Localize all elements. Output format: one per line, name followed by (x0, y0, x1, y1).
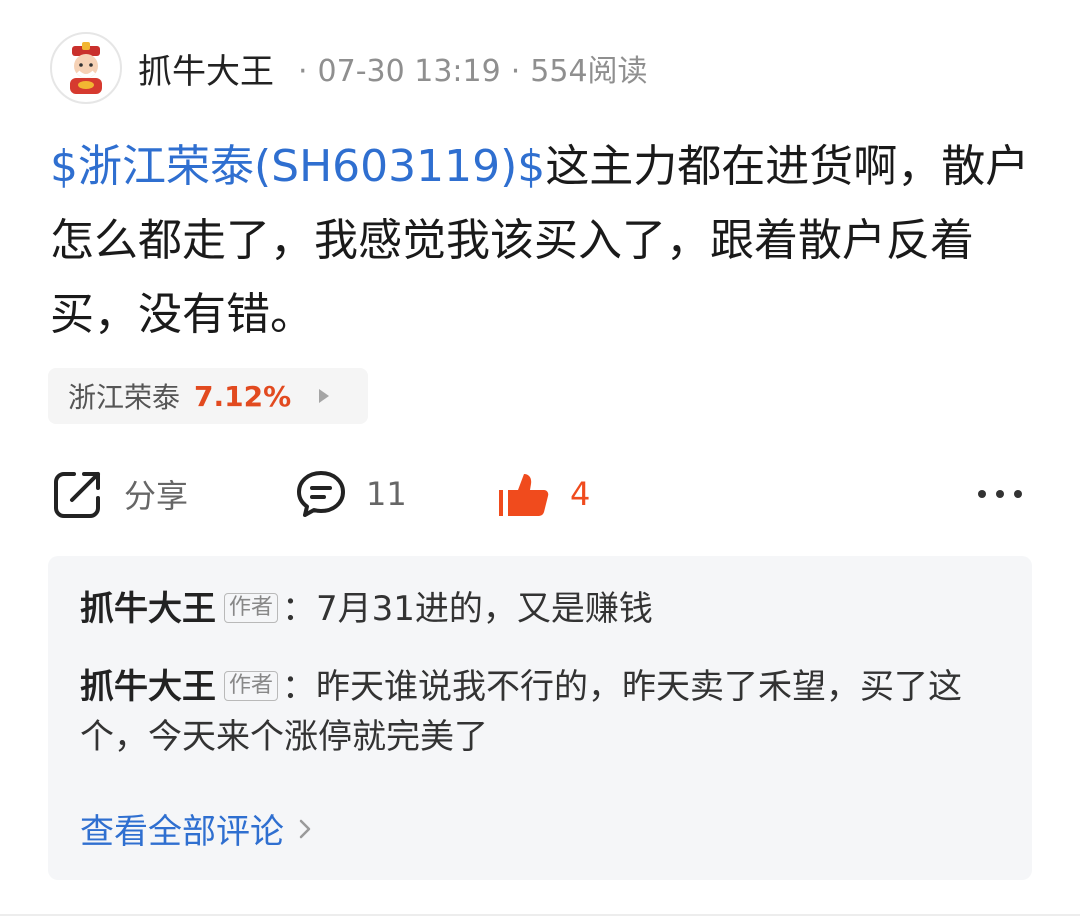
comment-icon (297, 471, 345, 517)
post-time: 07-30 13:19 (317, 54, 501, 89)
view-all-comments-link[interactable]: 查看全部评论 (80, 804, 312, 853)
meta-separator: · (510, 54, 521, 89)
like-button[interactable]: 4 (496, 462, 590, 526)
like-count: 4 (570, 475, 591, 513)
comment-author[interactable]: 抓牛大王 (80, 589, 216, 629)
more-icon (978, 490, 1022, 498)
author-badge: 作者 (224, 671, 279, 701)
share-button[interactable]: 分享 (50, 462, 188, 526)
comment-author[interactable]: 抓牛大王 (80, 667, 216, 707)
read-count: 554阅读 (530, 54, 648, 89)
share-icon (54, 472, 100, 518)
stock-chip-change: 7.12% (194, 379, 292, 413)
avatar[interactable] (50, 32, 122, 104)
thumbs-up-icon (499, 474, 549, 516)
post-header: 抓牛大王 · 07-30 13:19 · 554阅读 (50, 32, 648, 104)
action-bar: 分享 11 4 (50, 462, 1050, 526)
god-of-wealth-avatar-icon (70, 42, 102, 94)
view-all-label: 查看全部评论 (80, 812, 284, 852)
meta-separator: · (298, 54, 308, 89)
comment-count: 11 (366, 475, 407, 513)
comment-colon: ： (282, 589, 317, 629)
stock-tag-link[interactable]: $浙江荣泰(SH603119)$ (50, 141, 545, 192)
post-meta: · 07-30 13:19 · 554阅读 (288, 46, 648, 90)
comment-colon: ： (282, 667, 317, 707)
comments-preview: 抓牛大王 作者 ：7月31进的，又是赚钱 抓牛大王 作者 ：昨天谁说我不行的，昨天卖了禾… (48, 556, 1032, 880)
stock-chip[interactable]: 浙江荣泰 7.12% (48, 368, 368, 424)
author-badge: 作者 (224, 593, 279, 623)
share-label: 分享 (124, 477, 189, 515)
comment-text: 7月31进的，又是赚钱 (316, 589, 653, 629)
play-arrow-icon (319, 389, 330, 403)
stock-chip-name: 浙江荣泰 (68, 381, 181, 414)
comment-item[interactable]: 抓牛大王 作者 ：昨天谁说我不行的，昨天卖了禾望，买了这个，今天来个涨停就完美了 (80, 662, 1000, 762)
more-button[interactable] (976, 462, 1024, 526)
chevron-right-icon (299, 819, 311, 838)
comment-button[interactable]: 11 (294, 462, 407, 526)
divider (0, 914, 1080, 916)
author-name[interactable]: 抓牛大王 (138, 44, 274, 93)
post-body: $浙江荣泰(SH603119)$这主力都在进货啊，散户怎么都走了，我感觉我该买入… (50, 130, 1040, 352)
comment-item[interactable]: 抓牛大王 作者 ：7月31进的，又是赚钱 (80, 584, 1000, 634)
